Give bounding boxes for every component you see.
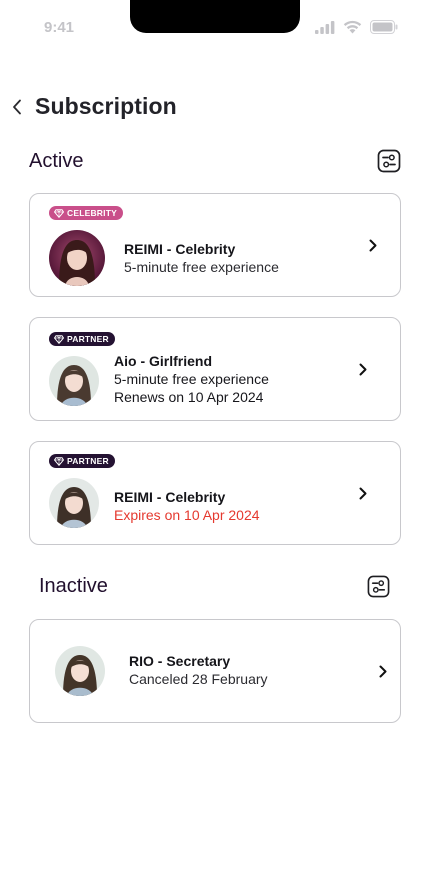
avatar-reimi-2 <box>49 478 99 528</box>
diamond-icon <box>54 208 64 218</box>
wifi-icon <box>343 20 362 34</box>
device-notch <box>130 0 300 33</box>
card-name: REIMI - Celebrity <box>124 241 236 257</box>
partner-badge: PARTNER <box>49 332 115 346</box>
cellular-signal-icon <box>315 20 335 34</box>
avatar-reimi <box>49 230 105 286</box>
diamond-icon <box>54 456 64 466</box>
badge-label: CELEBRITY <box>67 208 117 218</box>
subscription-card-reimi-celebrity[interactable]: CELEBRITY REIMI - Celebrity 5-minute fre… <box>29 193 401 297</box>
partner-badge: PARTNER <box>49 454 115 468</box>
subscription-card-rio-secretary[interactable]: RIO - Secretary Canceled 28 February <box>29 619 401 723</box>
chevron-right-icon <box>379 665 387 677</box>
section-title-active: Active <box>29 150 84 172</box>
card-name: Aio - Girlfriend <box>114 353 212 369</box>
card-expiry-line: Expires on 10 Apr 2024 <box>114 507 260 523</box>
avatar-rio <box>55 646 105 696</box>
status-time: 9:41 <box>44 19 75 36</box>
card-chevron <box>356 361 370 377</box>
active-filter-button[interactable] <box>377 149 401 173</box>
card-info: REIMI - Celebrity Expires on 10 Apr 2024 <box>114 488 260 524</box>
card-info: REIMI - Celebrity 5-minute free experien… <box>124 240 279 276</box>
card-name: REIMI - Celebrity <box>114 489 226 505</box>
badge-label: PARTNER <box>67 334 109 344</box>
status-icons <box>315 20 398 34</box>
diamond-icon <box>54 334 64 344</box>
battery-icon <box>370 20 398 34</box>
filter-icon <box>367 575 390 598</box>
chevron-right-icon <box>369 239 377 251</box>
celebrity-badge: CELEBRITY <box>49 206 123 220</box>
subscription-card-aio-girlfriend[interactable]: PARTNER Aio - Girlfriend 5-minute free e… <box>29 317 401 421</box>
card-chevron <box>376 663 390 679</box>
inactive-filter-button[interactable] <box>367 575 390 598</box>
card-renewal-line: Renews on 10 Apr 2024 <box>114 389 264 405</box>
page-title: Subscription <box>35 93 177 119</box>
card-name: RIO - Secretary <box>129 653 231 669</box>
card-chevron <box>366 237 380 253</box>
avatar-aio <box>49 356 99 406</box>
badge-label: PARTNER <box>67 456 109 466</box>
card-chevron <box>356 485 370 501</box>
chevron-left-icon <box>13 99 21 115</box>
chevron-right-icon <box>359 487 367 499</box>
back-button[interactable] <box>6 94 28 120</box>
card-detail-line: 5-minute free experience <box>114 371 269 387</box>
subscription-card-reimi-expiring[interactable]: PARTNER REIMI - Celebrity Expires on 10 … <box>29 441 401 545</box>
card-info: Aio - Girlfriend 5-minute free experienc… <box>114 352 269 406</box>
card-status-line: Canceled 28 February <box>129 671 268 687</box>
card-info: RIO - Secretary Canceled 28 February <box>129 652 268 688</box>
filter-icon <box>377 149 401 173</box>
chevron-right-icon <box>359 363 367 375</box>
section-title-inactive: Inactive <box>39 575 108 597</box>
card-detail-line: 5-minute free experience <box>124 259 279 275</box>
